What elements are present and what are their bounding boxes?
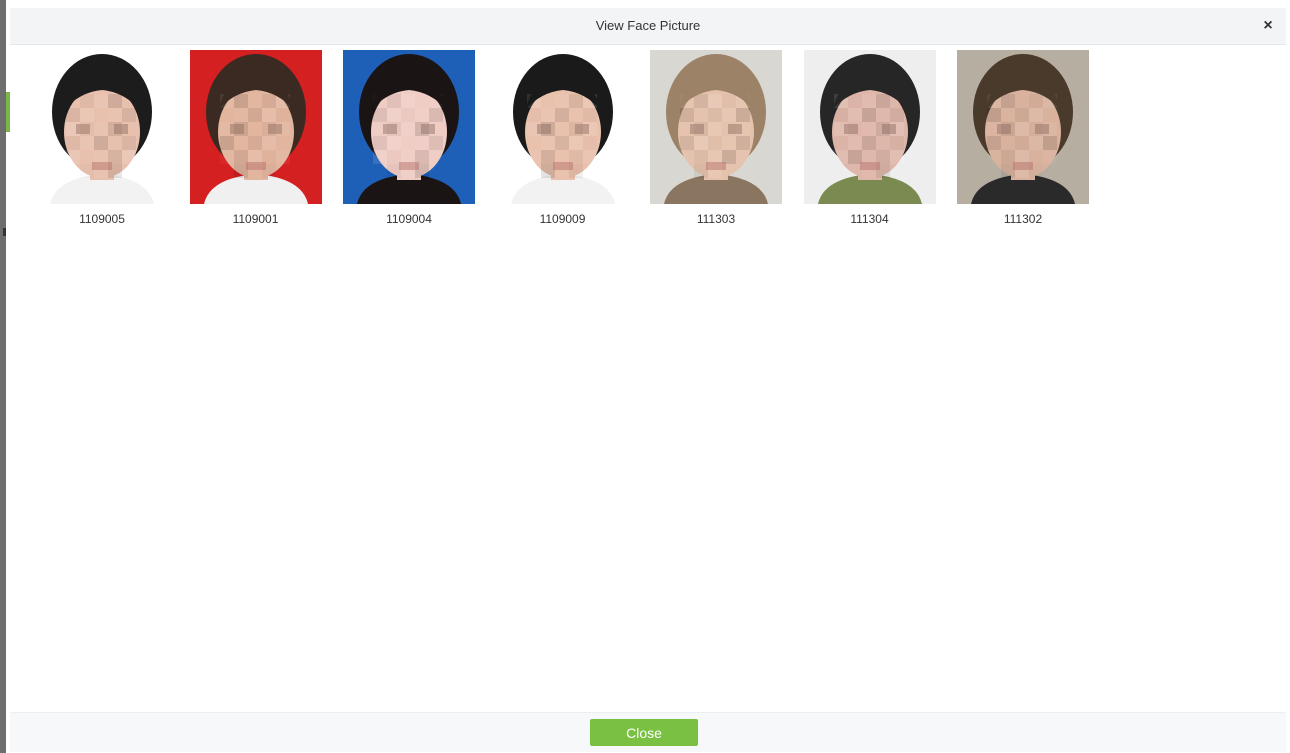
close-icon[interactable]: × — [1256, 14, 1280, 38]
dialog-title: View Face Picture — [595, 18, 701, 33]
face-photo — [343, 50, 475, 204]
face-photo-image — [496, 50, 629, 204]
dialog-titlebar: View Face Picture × — [10, 8, 1286, 45]
face-picture-card[interactable]: 111303 — [650, 50, 782, 226]
face-photo-image — [650, 50, 782, 204]
face-photo-image — [957, 50, 1089, 204]
face-photo — [803, 50, 936, 204]
face-picture-id: 1109009 — [539, 212, 586, 226]
face-picture-id: 111304 — [850, 212, 889, 226]
face-picture-id: 1109004 — [386, 212, 432, 226]
dialog-footer: Close — [10, 712, 1286, 752]
face-photo-image — [189, 50, 322, 204]
face-photo — [496, 50, 629, 204]
face-photo — [189, 50, 322, 204]
face-photo — [36, 50, 168, 204]
face-photo — [957, 50, 1089, 204]
face-picture-id: 111303 — [696, 212, 736, 226]
face-photo-image — [36, 50, 168, 204]
face-picture-id: 1109005 — [79, 212, 125, 226]
view-face-picture-dialog: View Face Picture × 1109005 1109001 110900… — [10, 8, 1286, 752]
face-picture-card[interactable]: 1109004 — [343, 50, 475, 226]
face-picture-card[interactable]: 111302 — [957, 50, 1089, 226]
face-picture-card[interactable]: 1109005 — [36, 50, 168, 226]
face-photo-image — [803, 50, 936, 204]
face-picture-id: 111302 — [1003, 212, 1043, 226]
face-photo — [650, 50, 782, 204]
face-picture-card[interactable]: 1109009 — [496, 50, 629, 226]
face-picture-gallery: 1109005 1109001 1109004 1109009 111303 111304… — [36, 50, 1111, 226]
background-edge-mark — [3, 228, 6, 236]
close-button[interactable]: Close — [590, 719, 698, 746]
face-photo-image — [343, 50, 475, 204]
face-picture-card[interactable]: 1109001 — [189, 50, 322, 226]
face-picture-card[interactable]: 111304 — [803, 50, 936, 226]
face-picture-id: 1109001 — [232, 212, 279, 226]
